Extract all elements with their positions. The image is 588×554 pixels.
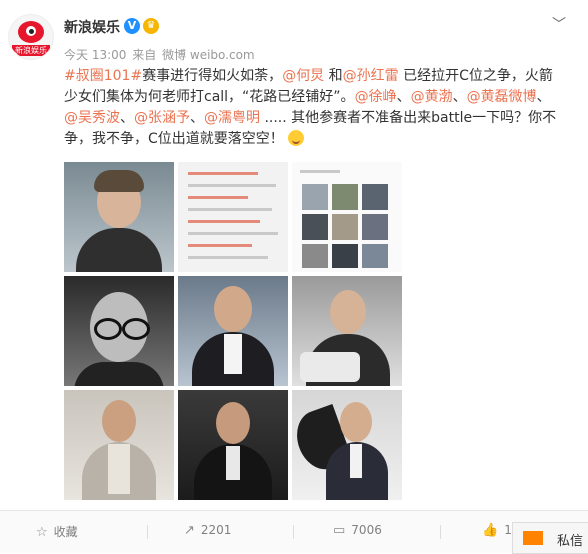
star-icon: ☆ — [36, 525, 48, 540]
photo-thumbnail[interactable] — [64, 390, 174, 500]
post-text: #叔圈101#赛事进行得如火如荼，@何炅 和@孙红雷 已经拉开C位之争，火箭少女… — [64, 66, 564, 150]
verified-v-icon: V — [124, 18, 140, 34]
logo-pupil-dot — [29, 29, 34, 34]
separator: 、 — [536, 89, 551, 105]
photo-thumbnail[interactable] — [292, 390, 402, 500]
thumbs-up-icon: 👍 — [482, 523, 499, 538]
comment-icon: ▭ — [333, 523, 346, 538]
comment-count: 7006 — [351, 523, 382, 537]
private-message-popup[interactable]: 私信 — [512, 522, 588, 554]
comment-button[interactable]: ▭ 7006 — [333, 523, 382, 538]
photo-thumbnail[interactable] — [64, 276, 174, 386]
mention-link[interactable]: @濡粤明 — [204, 110, 260, 126]
post-time[interactable]: 今天 13:00 — [64, 48, 126, 62]
mention-link[interactable]: @徐峥 — [355, 89, 397, 105]
mention-link[interactable]: @何炅 — [282, 68, 324, 84]
chevron-down-icon[interactable]: ﹀ — [552, 14, 566, 34]
repost-icon: ↗ — [184, 523, 195, 538]
mention-link[interactable]: @吴秀波 — [64, 110, 120, 126]
photo-thumbnail[interactable] — [178, 162, 288, 272]
separator: 、 — [120, 110, 134, 126]
account-name[interactable]: 新浪娱乐 — [64, 17, 120, 37]
vip-crown-icon: ♛ — [143, 18, 159, 34]
post-meta: 今天 13:00 来自 微博 weibo.com — [64, 46, 257, 63]
avatar-text: 新浪娱乐 — [12, 45, 50, 56]
favorite-button[interactable]: ☆ 收藏 — [36, 523, 78, 540]
smile-emoji-icon — [288, 130, 305, 146]
mention-link[interactable]: @张涵予 — [134, 110, 190, 126]
post-text-segment: 赛事进行得如火如荼， — [142, 68, 283, 84]
repost-button[interactable]: ↗ 2201 — [184, 523, 231, 538]
mention-link[interactable]: @黄磊微博 — [467, 89, 537, 105]
separator: 、 — [452, 89, 467, 105]
mail-icon — [523, 531, 543, 545]
divider — [293, 525, 294, 539]
account-avatar[interactable]: 新浪娱乐 — [8, 14, 54, 60]
separator: 、 — [396, 89, 411, 105]
photo-thumbnail[interactable] — [292, 276, 402, 386]
separator: 、 — [190, 110, 204, 126]
photo-thumbnail[interactable] — [292, 162, 402, 272]
photo-thumbnail[interactable] — [64, 162, 174, 272]
divider — [440, 525, 441, 539]
topic-tag[interactable]: #叔圈101# — [64, 68, 142, 84]
post-text-segment: 和 — [324, 68, 343, 84]
divider — [147, 525, 148, 539]
favorite-label: 收藏 — [53, 525, 78, 539]
action-bar: ☆收藏 ↗2201 ▭7006 👍10 — [0, 510, 588, 553]
mention-link[interactable]: @黄渤 — [411, 89, 453, 105]
source-prefix: 来自 — [132, 48, 157, 62]
post-source[interactable]: 微博 weibo.com — [162, 48, 255, 62]
repost-count: 2201 — [200, 523, 232, 537]
photo-thumbnail[interactable] — [178, 390, 288, 500]
mention-link[interactable]: @孙红雷 — [343, 68, 399, 84]
photo-thumbnail[interactable] — [178, 276, 288, 386]
private-message-label: 私信 — [557, 534, 584, 549]
